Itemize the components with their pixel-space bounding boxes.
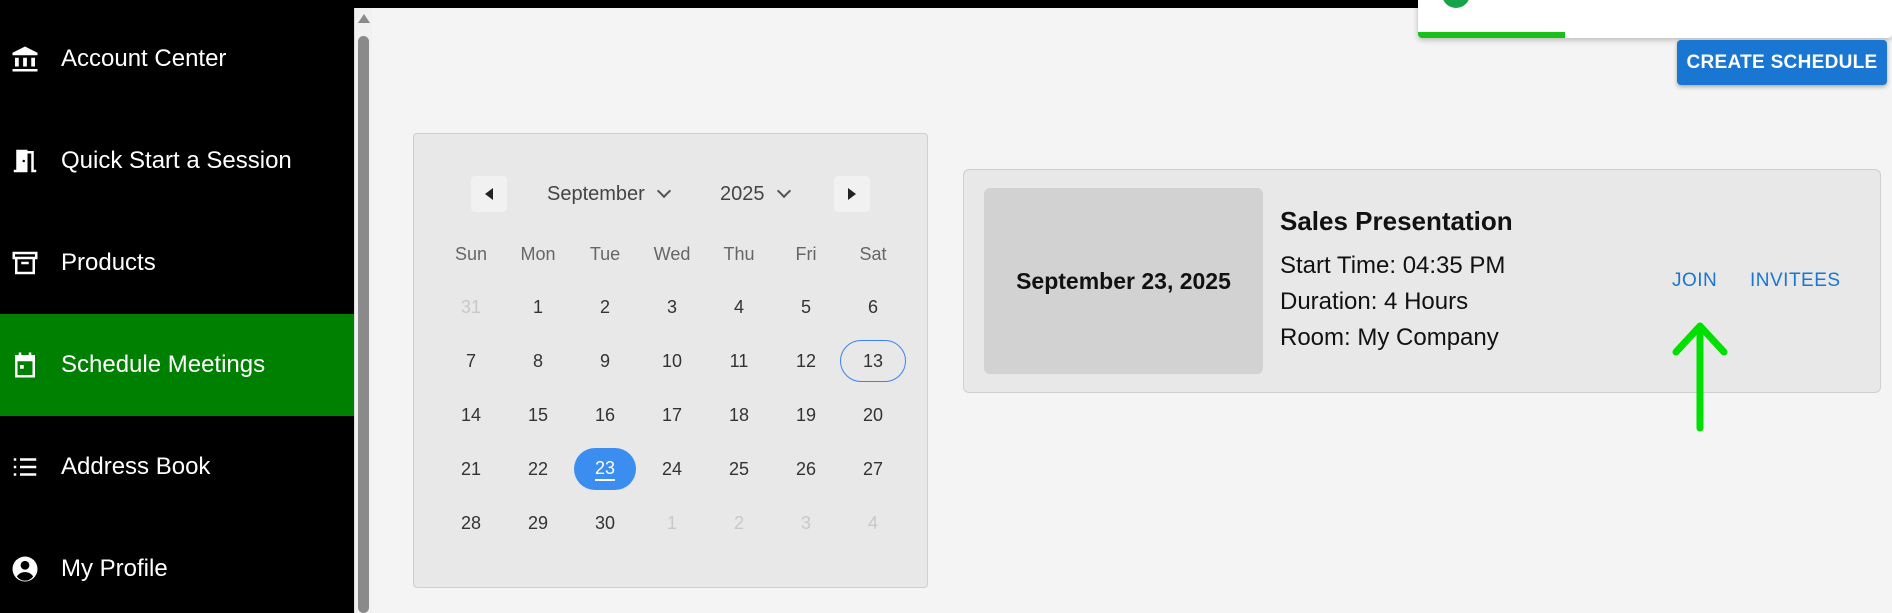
calendar-day[interactable]: 27 [840, 448, 906, 490]
sidebar-item-label: Products [61, 249, 156, 276]
calendar-day[interactable]: 14 [438, 394, 504, 436]
calendar-day[interactable]: 2 [572, 286, 638, 328]
chevron-down-icon [776, 183, 791, 199]
sidebar-item-my-profile[interactable]: My Profile [0, 518, 354, 613]
invitees-button[interactable]: INVITEES [1750, 270, 1841, 292]
weekday-header: Thu [723, 244, 755, 264]
sidebar: Account Center Quick Start a Session Pro… [0, 8, 354, 613]
calendar-day: 31 [460, 296, 482, 317]
sidebar-scrollbar[interactable] [354, 8, 372, 613]
calendar-day[interactable]: 20 [840, 394, 906, 436]
weekday-header: Mon [520, 244, 556, 264]
calendar-day[interactable]: 5 [773, 286, 839, 328]
meeting-room: Room: My Company [1280, 324, 1499, 351]
calendar-day[interactable]: 10 [639, 340, 705, 382]
calendar: September 2025 Sun Mon Tue Wed Thu Fri Sat 31 1 2… [413, 133, 928, 588]
weekday-header: Sun [454, 244, 488, 264]
notification-toast [1418, 0, 1892, 38]
notification-progress-bar [1418, 32, 1565, 38]
calendar-day[interactable]: 26 [773, 448, 839, 490]
month-select[interactable]: September [547, 178, 671, 210]
previous-month-button[interactable] [471, 176, 507, 212]
month-select-value: September [547, 182, 645, 205]
chevron-left-icon [485, 188, 493, 200]
sidebar-item-label: Quick Start a Session [61, 147, 292, 174]
scroll-up-arrow-icon[interactable] [358, 14, 370, 23]
door-icon [10, 146, 40, 176]
calendar-day[interactable]: 8 [505, 340, 571, 382]
weekday-header: Wed [653, 244, 691, 264]
calendar-day[interactable]: 25 [706, 448, 772, 490]
meeting-duration: Duration: 4 Hours [1280, 288, 1469, 315]
chevron-right-icon [848, 188, 856, 200]
next-month-button[interactable] [834, 176, 870, 212]
calendar-day[interactable]: 19 [773, 394, 839, 436]
calendar-day[interactable]: 7 [438, 340, 504, 382]
annotation-arrow-icon [1672, 322, 1728, 432]
calendar-day[interactable]: 12 [773, 340, 839, 382]
calendar-day[interactable]: 22 [505, 448, 571, 490]
calendar-day[interactable]: 1 [505, 286, 571, 328]
calendar-day[interactable]: 6 [840, 286, 906, 328]
calendar-day-today[interactable]: 13 [840, 340, 906, 382]
year-select[interactable]: 2025 [720, 178, 791, 210]
sidebar-item-quick-start[interactable]: Quick Start a Session [0, 110, 354, 212]
calendar-day[interactable]: 11 [706, 340, 772, 382]
calendar-day[interactable]: 16 [572, 394, 638, 436]
calendar-day[interactable]: 30 [572, 502, 638, 544]
calendar-day[interactable]: 29 [505, 502, 571, 544]
sidebar-item-schedule-meetings[interactable]: Schedule Meetings [0, 314, 354, 416]
calendar-day: 4 [867, 512, 878, 533]
sidebar-item-address-book[interactable]: Address Book [0, 416, 354, 518]
meeting-start-time: Start Time: 04:35 PM [1280, 252, 1506, 279]
list-icon [10, 452, 40, 482]
bank-icon [10, 44, 40, 74]
weekday-header: Tue [589, 244, 621, 264]
meeting-card: September 23, 2025 Sales Presentation St… [963, 169, 1881, 393]
account-circle-icon [10, 554, 40, 584]
meeting-date: September 23, 2025 [984, 188, 1263, 374]
chevron-down-icon [656, 183, 671, 199]
create-schedule-button[interactable]: CREATE SCHEDULE [1677, 40, 1887, 85]
calendar-day[interactable]: 24 [639, 448, 705, 490]
year-select-value: 2025 [720, 182, 765, 205]
calendar-day[interactable]: 9 [572, 340, 638, 382]
calendar-day: 3 [800, 512, 811, 533]
sidebar-item-products[interactable]: Products [0, 212, 354, 314]
calendar-day[interactable]: 21 [438, 448, 504, 490]
calendar-day[interactable]: 15 [505, 394, 571, 436]
sidebar-item-label: My Profile [61, 555, 168, 582]
sidebar-item-label: Schedule Meetings [61, 351, 266, 378]
calendar-icon [10, 350, 40, 380]
calendar-day[interactable]: 17 [639, 394, 705, 436]
join-button[interactable]: JOIN [1672, 270, 1717, 292]
archive-icon [10, 248, 40, 278]
calendar-day[interactable]: 28 [438, 502, 504, 544]
success-icon [1442, 0, 1470, 8]
weekday-header: Fri [795, 244, 817, 264]
sidebar-item-label: Address Book [61, 453, 211, 480]
calendar-day: 2 [733, 512, 744, 533]
calendar-day[interactable]: 4 [706, 286, 772, 328]
calendar-day: 1 [666, 512, 677, 533]
calendar-day-selected[interactable]: 23 [574, 448, 636, 490]
sidebar-item-account-center[interactable]: Account Center [0, 8, 354, 110]
sidebar-item-label: Account Center [61, 45, 227, 72]
scroll-thumb[interactable] [358, 36, 369, 613]
meeting-title: Sales Presentation [1280, 206, 1513, 236]
calendar-day[interactable]: 3 [639, 286, 705, 328]
calendar-day[interactable]: 18 [706, 394, 772, 436]
weekday-header: Sat [859, 244, 887, 264]
